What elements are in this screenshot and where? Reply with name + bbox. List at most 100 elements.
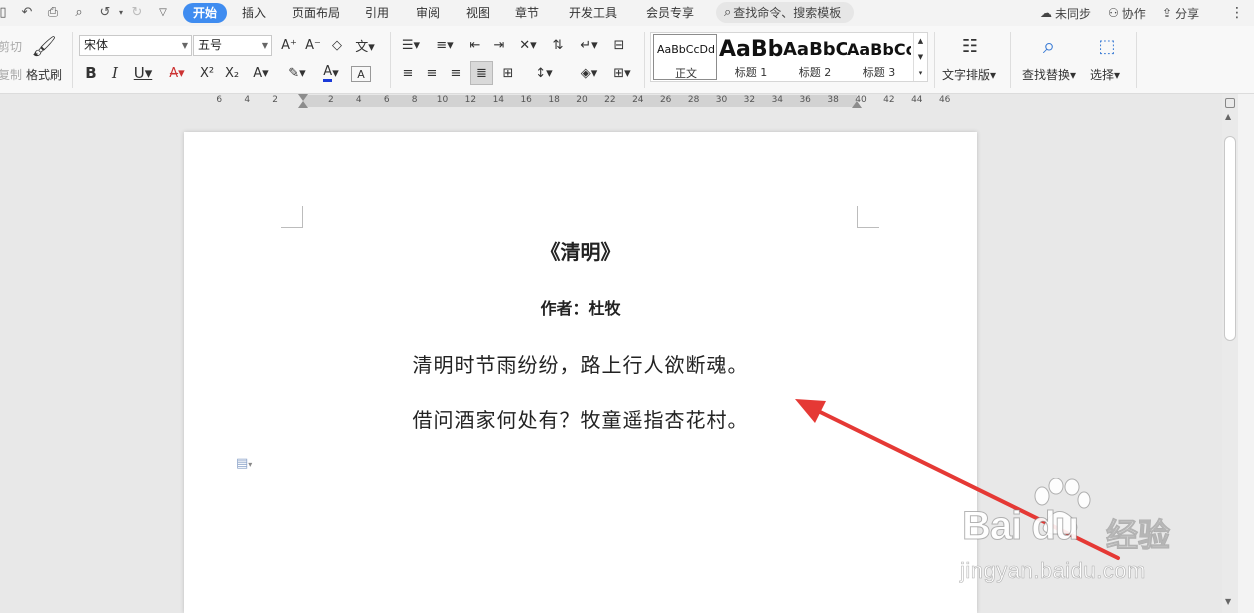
highlight-icon[interactable]: ✎▾ — [282, 62, 312, 84]
chevron-down-icon: ▼ — [181, 41, 188, 50]
document-page[interactable]: 《清明》 作者：杜牧 清明时节雨纷纷，路上行人欲断魂。 借问酒家何处有？牧童遥指… — [184, 132, 977, 613]
superscript-icon[interactable]: X² — [197, 62, 217, 84]
ruler-tick-label: 8 — [411, 95, 418, 105]
poem-author[interactable]: 作者：杜牧 — [184, 295, 977, 319]
poem-title[interactable]: 《清明》 — [184, 236, 977, 265]
poem-line-1[interactable]: 清明时节雨纷纷，路上行人欲断魂。 — [184, 349, 977, 378]
bullet-list-icon[interactable]: ☰▾ — [398, 34, 424, 56]
align-right-icon[interactable]: ≡ — [446, 62, 466, 84]
format-painter-icon[interactable]: 🖌 — [31, 32, 56, 60]
ruler-tick-label: 42 — [883, 95, 895, 105]
scroll-down-icon[interactable]: ▼ — [1225, 597, 1231, 606]
command-search-input[interactable]: ⌕ 查找命令、搜索模板 — [716, 2, 854, 23]
scroll-up-icon[interactable]: ▲ — [1225, 112, 1231, 121]
sync-button[interactable]: ☁ 未同步 — [1040, 3, 1091, 23]
style-heading-1[interactable]: AaBb 标题 1 — [719, 33, 783, 81]
strikethrough-icon[interactable]: A̶▾ — [163, 62, 191, 84]
borders-icon[interactable]: ⊞▾ — [608, 62, 636, 84]
ruler-tick-label: 28 — [687, 95, 700, 105]
ruler-tick-label: 6 — [383, 95, 390, 105]
separator — [72, 32, 73, 88]
font-size-value: 五号 — [198, 38, 223, 52]
collab-button[interactable]: ⚇ 协作 — [1108, 3, 1146, 23]
find-replace-button[interactable]: 查找替换▾ — [1022, 66, 1076, 83]
copy-button[interactable]: 复制 — [0, 66, 22, 83]
poem-line-2[interactable]: 借问酒家何处有？牧童遥指杏花村。 — [184, 404, 977, 433]
font-color-icon[interactable]: A ▾ — [317, 62, 345, 84]
clear-format-icon[interactable]: ◇ — [327, 34, 347, 56]
increase-indent-icon[interactable]: ⇥ — [489, 34, 509, 56]
style-h2-label: 标题 2 — [798, 66, 832, 79]
bold-icon[interactable]: B — [81, 62, 101, 84]
share-button[interactable]: ⇪ 分享 — [1162, 3, 1199, 23]
chinese-layout-icon[interactable]: ✕▾ — [514, 34, 542, 56]
align-left-icon[interactable]: ≡ — [398, 62, 418, 84]
distribute-icon[interactable]: ⊞ — [497, 62, 519, 84]
ruler-tick-label: 24 — [632, 95, 644, 105]
user-icon: ⚇ — [1108, 6, 1119, 20]
text-layout-icon[interactable]: ☷ — [957, 32, 983, 60]
shading-icon[interactable]: ◈▾ — [574, 62, 604, 84]
scrollbar-thumb[interactable] — [1224, 136, 1236, 341]
justify-icon[interactable]: ≣ — [470, 61, 493, 85]
ruler-tick-label: 44 — [911, 95, 923, 105]
tab-developer-tools[interactable]: 开发工具 — [565, 3, 621, 23]
find-icon[interactable]: ⌕ — [1036, 32, 1062, 60]
tab-page-layout[interactable]: 页面布局 — [288, 3, 344, 23]
style-heading-2[interactable]: AaBbC 标题 2 — [783, 33, 847, 81]
grow-font-icon[interactable]: A⁺ — [279, 34, 299, 56]
tab-chapter[interactable]: 章节 — [511, 3, 543, 23]
sort-icon[interactable]: ⇅ — [548, 34, 568, 56]
tab-member[interactable]: 会员专享 — [642, 3, 698, 23]
font-size-select[interactable]: 五号 ▼ — [193, 35, 272, 56]
style-scroll-down-icon[interactable]: ▼ — [913, 49, 927, 65]
ruler-tick-label: 2 — [272, 95, 278, 105]
line-spacing-icon[interactable]: ↕▾ — [530, 62, 558, 84]
print-icon[interactable]: ⎙ — [44, 3, 62, 21]
style-scroll-up-icon[interactable]: ▲ — [913, 33, 927, 49]
italic-icon[interactable]: I — [105, 62, 125, 84]
print-preview-icon[interactable]: ⌕ — [70, 3, 88, 21]
numbered-list-icon[interactable]: ≡▾ — [432, 34, 458, 56]
tab-review[interactable]: 审阅 — [412, 3, 444, 23]
text-effect-icon[interactable]: A▾ — [247, 62, 275, 84]
text-layout-button[interactable]: 文字排版▾ — [942, 66, 996, 83]
right-indent-marker[interactable] — [852, 100, 862, 108]
hanging-indent-marker[interactable] — [298, 100, 308, 108]
customize-toolbar-icon[interactable]: ▽ — [154, 3, 172, 21]
format-painter-button[interactable]: 格式刷 — [26, 66, 62, 83]
font-family-select[interactable]: 宋体 ▼ — [79, 35, 192, 56]
more-menu-icon[interactable]: ⋮ — [1230, 3, 1244, 23]
separator — [644, 32, 645, 88]
shrink-font-icon[interactable]: A⁻ — [303, 34, 323, 56]
select-button[interactable]: 选择▾ — [1090, 66, 1120, 83]
subscript-icon[interactable]: X₂ — [222, 62, 242, 84]
tab-view[interactable]: 视图 — [462, 3, 494, 23]
align-center-icon[interactable]: ≡ — [422, 62, 442, 84]
redo-icon[interactable]: ↻ — [128, 3, 146, 21]
show-marks-icon[interactable]: ↵▾ — [575, 34, 603, 56]
tab-start[interactable]: 开始 — [183, 3, 228, 23]
phonetic-guide-icon[interactable]: 文▾ — [352, 34, 378, 56]
undo-history-icon[interactable]: ↶ — [18, 3, 36, 21]
underline-icon[interactable]: U▾ — [129, 62, 157, 84]
search-icon: ⌕ — [724, 5, 732, 20]
save-icon[interactable]: ▯ — [0, 3, 12, 21]
vertical-scrollbar[interactable]: ▲ ▼ — [1222, 94, 1238, 613]
select-cursor-icon[interactable]: ⬚ — [1094, 32, 1120, 60]
style-normal[interactable]: AaBbCcDd 正文 — [653, 34, 717, 80]
paragraph-options-icon[interactable]: ▤▾ — [236, 456, 252, 471]
style-heading-3[interactable]: AaBbCc 标题 3 — [847, 33, 911, 81]
scroll-top-icon[interactable] — [1225, 98, 1235, 108]
tab-references[interactable]: 引用 — [361, 3, 393, 23]
style-more-icon[interactable]: ▾ — [913, 65, 927, 81]
collab-label: 协作 — [1121, 6, 1146, 21]
decrease-indent-icon[interactable]: ⇤ — [465, 34, 485, 56]
ruler-tick-label: 14 — [492, 95, 505, 105]
tab-insert[interactable]: 插入 — [238, 3, 270, 23]
ruler-tick-label: 2 — [328, 95, 334, 105]
char-border-icon[interactable]: A — [351, 66, 371, 82]
horizontal-ruler[interactable]: 6 4 2 2 4 6 8 10 12 14 16 18 20 22 24 26 28 30 32 34 36 38 40 4… — [0, 94, 1222, 108]
table-tools-icon[interactable]: ⊟ — [608, 34, 630, 56]
cut-button[interactable]: 剪切 — [0, 38, 22, 55]
